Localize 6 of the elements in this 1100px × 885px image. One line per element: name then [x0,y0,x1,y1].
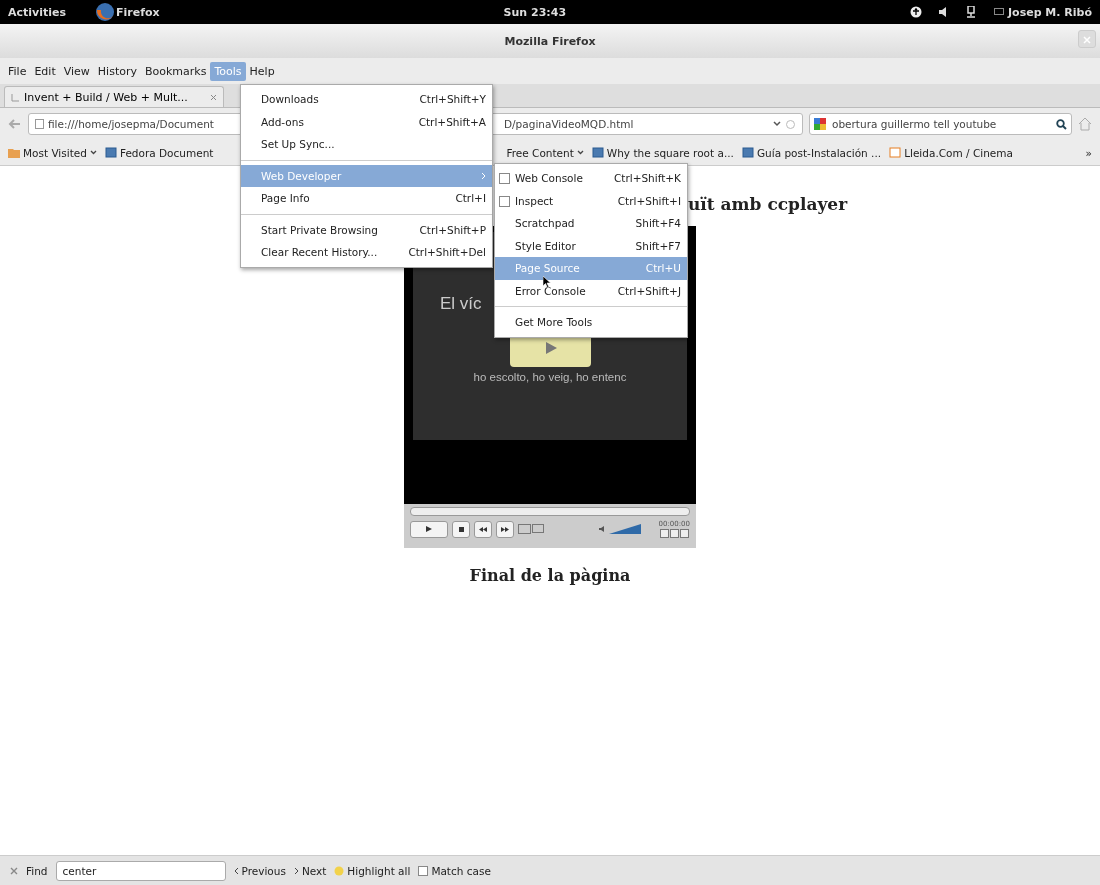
find-label: Find [26,864,48,877]
page-heading: uït amb ccplayer [688,194,848,214]
window-title: Mozilla Firefox [504,34,596,48]
page-footer-text: Final de la pàgina [469,566,631,585]
video-caption: ho escolto, ho veig, ho entenc [472,371,628,383]
video-title-text: El víc [440,294,482,314]
